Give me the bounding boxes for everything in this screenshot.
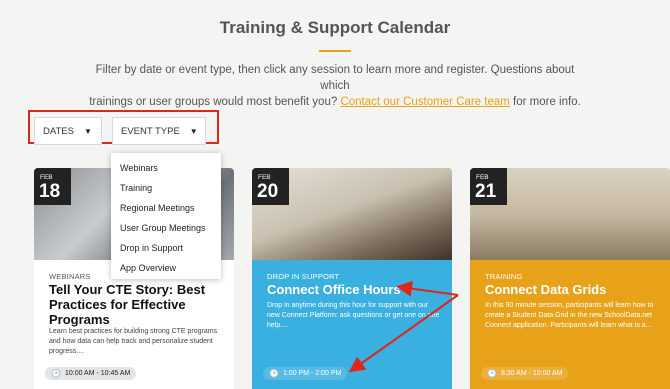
dates-filter-label: DATES (43, 125, 74, 137)
clock-icon: 🕑 (51, 369, 61, 378)
dropdown-item-app-overview[interactable]: App Overview (120, 263, 176, 273)
event-time-text: 8:30 AM - 10:00 AM (500, 370, 563, 377)
event-category: DROP IN SUPPORT (267, 272, 340, 281)
event-time: 🕑 1:00 PM - 2:00 PM (263, 367, 348, 380)
date-badge: FEB 20 (252, 168, 289, 205)
event-title[interactable]: Connect Office Hours (267, 282, 442, 297)
customer-care-link[interactable]: Contact our Customer Care team (340, 96, 509, 108)
intro-line-1: Filter by date or event type, then click… (95, 64, 575, 92)
event-type-filter[interactable]: EVENT TYPE ▼ (112, 117, 206, 145)
dates-filter[interactable]: DATES ▼ (34, 117, 102, 145)
event-time-text: 1:00 PM - 2:00 PM (282, 370, 342, 377)
caret-down-icon: ▼ (189, 126, 198, 136)
date-day: 20 (257, 181, 279, 202)
event-description: Learn best practices for building strong… (49, 328, 218, 355)
dropdown-item-training[interactable]: Training (120, 183, 152, 193)
date-badge: FEB 21 (470, 168, 507, 205)
event-type-filter-label: EVENT TYPE (121, 125, 180, 137)
event-category: TRAINING (485, 272, 523, 281)
date-month: FEB (40, 174, 53, 181)
event-type-dropdown: Webinars Training Regional Meetings User… (111, 153, 221, 279)
page-title: Training & Support Calendar (219, 18, 451, 37)
title-underline (319, 50, 351, 52)
caret-down-icon: ▼ (83, 126, 92, 136)
date-month: FEB (258, 174, 271, 181)
dropdown-item-user-group-meetings[interactable]: User Group Meetings (120, 223, 206, 233)
event-card-connect-office-hours[interactable]: FEB 20 DROP IN SUPPORT Connect Office Ho… (252, 168, 452, 389)
date-badge: FEB 18 (34, 168, 71, 205)
clock-icon: 🕑 (269, 369, 279, 378)
event-title[interactable]: Tell Your CTE Story: Best Practices for … (49, 282, 224, 327)
dropdown-item-drop-in-support[interactable]: Drop in Support (120, 243, 183, 253)
event-time: 🕑 10:00 AM - 10:45 AM (45, 367, 137, 380)
dropdown-item-regional-meetings[interactable]: Regional Meetings (120, 203, 195, 213)
event-category: WEBINARS (49, 272, 91, 281)
clock-icon: 🕑 (487, 369, 497, 378)
date-day: 21 (475, 181, 497, 202)
dropdown-item-webinars[interactable]: Webinars (120, 163, 158, 173)
event-title[interactable]: Connect Data Grids (485, 282, 660, 297)
event-time-text: 10:00 AM - 10:45 AM (64, 370, 131, 377)
intro-line-2-post: for more info. (509, 96, 581, 108)
date-day: 18 (39, 181, 61, 202)
event-description: In this 90 minute session, participants … (485, 302, 654, 329)
event-description: Drop in anytime during this hour for sup… (267, 302, 440, 329)
intro-line-2-pre: trainings or user groups would most bene… (89, 96, 341, 108)
event-card-connect-data-grids[interactable]: FEB 21 TRAINING Connect Data Grids In th… (470, 168, 670, 389)
date-month: FEB (476, 174, 489, 181)
event-time: 🕑 8:30 AM - 10:00 AM (481, 367, 569, 380)
intro-text: Filter by date or event type, then click… (80, 62, 590, 110)
